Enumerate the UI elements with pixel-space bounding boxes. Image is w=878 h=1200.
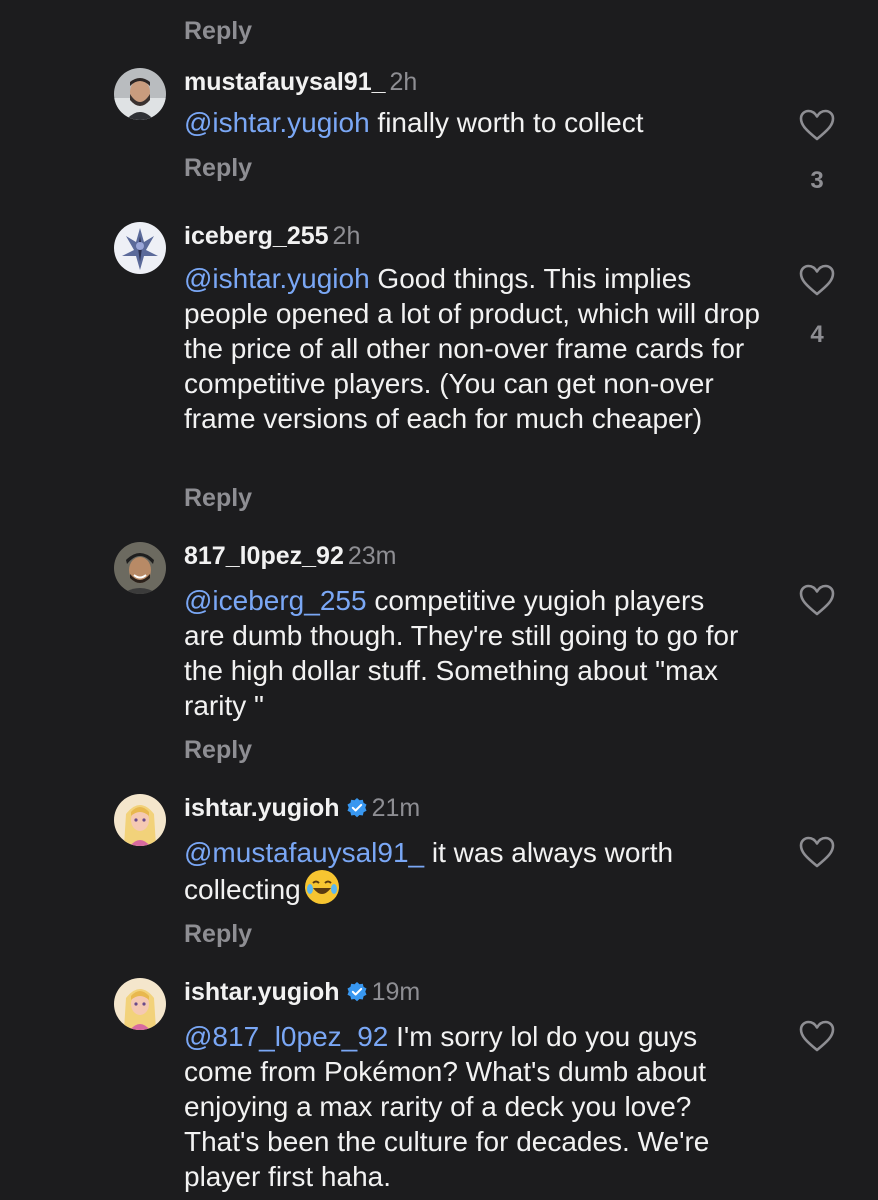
mention-link[interactable]: @mustafauysal91_ xyxy=(184,837,424,868)
mention-link[interactable]: @ishtar.yugioh xyxy=(184,107,370,138)
heart-icon[interactable] xyxy=(798,263,836,297)
avatar-man-beard-icon xyxy=(114,68,166,120)
reply-button[interactable]: Reply xyxy=(184,154,252,183)
heart-icon[interactable] xyxy=(798,835,836,869)
avatar[interactable] xyxy=(114,978,166,1030)
verified-badge-icon xyxy=(347,798,367,818)
mention-link[interactable]: @iceberg_255 xyxy=(184,585,367,616)
comment-username[interactable]: ishtar.yugioh xyxy=(184,978,340,1006)
comment-username[interactable]: iceberg_255 xyxy=(184,222,329,250)
comment-username[interactable]: ishtar.yugioh xyxy=(184,794,340,822)
comment-time: 2h xyxy=(332,222,361,250)
verified-badge-icon xyxy=(347,982,367,1002)
comment-time: 19m xyxy=(371,978,421,1006)
heart-icon[interactable] xyxy=(798,1019,836,1053)
avatar-cartoon-woman-icon xyxy=(114,978,166,1030)
comment-time: 23m xyxy=(347,542,397,570)
avatar-man-cap-icon xyxy=(114,542,166,594)
comment-text: @mustafauysal91_ it was always worth col… xyxy=(184,837,674,905)
avatar[interactable] xyxy=(114,68,166,120)
comment-time: 21m xyxy=(371,794,421,822)
comment-username[interactable]: mustafauysal91_ xyxy=(184,68,386,96)
comment-text: @817_l0pez_92 I'm sorry lol do you guys … xyxy=(184,1021,710,1192)
comment-time: 2h xyxy=(389,68,418,96)
reply-button[interactable]: Reply xyxy=(184,484,252,513)
mention-link[interactable]: @ishtar.yugioh xyxy=(184,263,370,294)
comment-username[interactable]: 817_l0pez_92 xyxy=(184,542,344,570)
heart-icon[interactable] xyxy=(798,583,836,617)
heart-icon[interactable] xyxy=(798,108,836,142)
comment-text: @iceberg_255 competitive yugioh players … xyxy=(184,585,739,721)
avatar-cartoon-woman-icon xyxy=(114,794,166,846)
comment-text: @ishtar.yugioh finally worth to collect xyxy=(184,107,644,138)
reply-button[interactable]: Reply xyxy=(184,736,252,765)
avatar[interactable] xyxy=(114,222,166,274)
avatar[interactable] xyxy=(114,794,166,846)
comment-text: @ishtar.yugioh Good things. This implies… xyxy=(184,263,760,434)
avatar-anime-character-icon xyxy=(114,222,166,274)
like-count: 3 xyxy=(810,167,824,194)
mention-link[interactable]: @817_l0pez_92 xyxy=(184,1021,388,1052)
avatar[interactable] xyxy=(114,542,166,594)
reply-button[interactable]: Reply xyxy=(184,17,252,46)
laughing-tears-emoji-icon xyxy=(304,870,339,904)
like-count: 4 xyxy=(810,321,824,348)
reply-button[interactable]: Reply xyxy=(184,920,252,949)
